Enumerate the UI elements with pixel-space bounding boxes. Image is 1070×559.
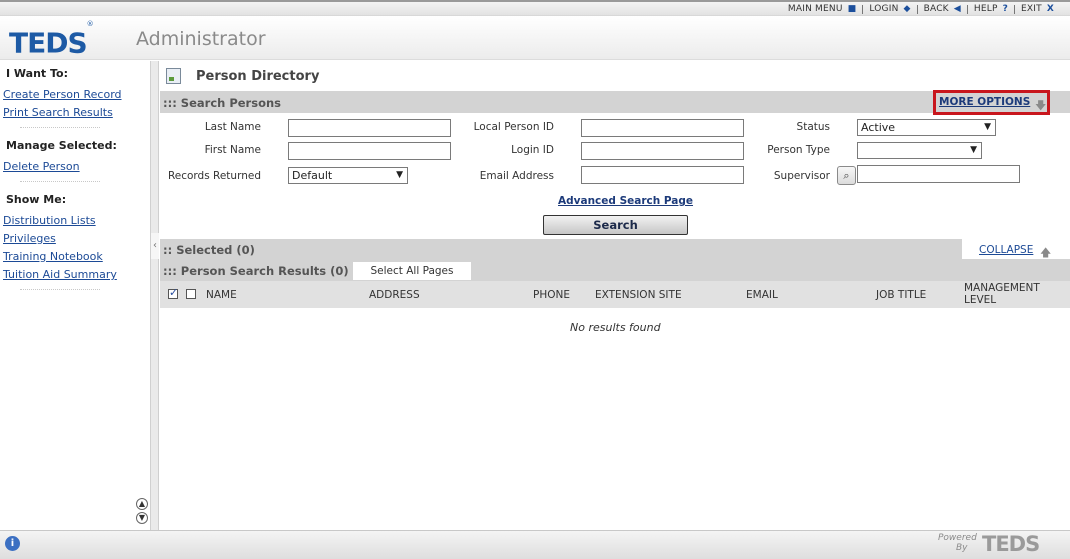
divider (20, 127, 100, 128)
logo-text: TEDS (9, 26, 88, 60)
column-phone[interactable]: PHONE (533, 289, 570, 301)
local-person-id-input[interactable] (581, 119, 744, 137)
print-search-results-link[interactable]: Print Search Results (0, 106, 113, 119)
sidebar-splitter[interactable]: ‹ (151, 61, 159, 530)
distribution-lists-link[interactable]: Distribution Lists (0, 214, 96, 227)
login-id-input[interactable] (581, 142, 744, 160)
chevron-down-icon: ▼ (396, 170, 403, 180)
lookup-search-icon[interactable]: ⌕ (837, 166, 856, 185)
last-name-input[interactable] (288, 119, 451, 137)
back-link[interactable]: BACK ◀ (918, 4, 967, 14)
privileges-link[interactable]: Privileges (0, 232, 56, 245)
top-nav: MAIN MENU ■ LOGIN ◆ BACK ◀ HELP ? EXIT X (782, 4, 1060, 14)
person-type-select[interactable]: ▼ (857, 142, 982, 159)
back-arrow-icon: ◀ (953, 4, 961, 14)
supervisor-label: Supervisor (773, 170, 830, 182)
status-label: Status (796, 121, 830, 133)
delete-person-link[interactable]: Delete Person (0, 160, 80, 173)
status-select[interactable]: Active ▼ (857, 119, 996, 136)
powered-label: Powered (938, 533, 977, 543)
login-label: LOGIN (869, 4, 899, 14)
records-returned-value: Default (292, 169, 333, 182)
i-want-to-heading: I Want To: (6, 67, 69, 80)
email-address-input[interactable] (581, 166, 744, 184)
divider (20, 181, 100, 182)
help-label: HELP (973, 4, 998, 14)
login-id-label: Login ID (511, 144, 554, 156)
first-name-label: First Name (204, 144, 261, 156)
column-address[interactable]: ADDRESS (369, 289, 420, 301)
records-returned-select[interactable]: Default ▼ (288, 167, 408, 184)
login-icon: ◆ (903, 4, 911, 14)
column-job-title[interactable]: JOB TITLE (876, 289, 926, 301)
selected-title: :: Selected (0) (163, 243, 255, 257)
footer: i Powered By TEDS (0, 530, 1070, 559)
column-name[interactable]: NAME (206, 289, 237, 301)
back-label: BACK (923, 4, 949, 14)
directory-icon (166, 68, 181, 84)
column-email[interactable]: EMAIL (746, 289, 778, 301)
training-notebook-link[interactable]: Training Notebook (0, 250, 103, 263)
teds-logo: TEDS® (9, 20, 94, 60)
select-all-pages-button[interactable]: Select All Pages (353, 262, 471, 280)
arrow-down-icon: 🡇 (1035, 99, 1047, 112)
results-title: ::: Person Search Results (0) (163, 264, 349, 278)
help-link[interactable]: HELP ? (968, 4, 1014, 14)
records-returned-label: Records Returned (167, 170, 261, 182)
column-management-level[interactable]: MANAGEMENT LEVEL (964, 282, 1044, 306)
sidebar: I Want To: Create Person Record Print Se… (0, 61, 151, 530)
exit-icon: X (1046, 4, 1054, 14)
main-menu-link[interactable]: MAIN MENU ■ (782, 4, 862, 14)
login-link[interactable]: LOGIN ◆ (863, 4, 916, 14)
chevron-down-icon: ▼ (984, 122, 991, 132)
chevron-down-icon: ▼ (970, 145, 977, 155)
app-header: TEDS® Administrator (0, 16, 1070, 60)
no-results-message: No results found (570, 321, 661, 334)
scroll-down-icon[interactable]: ▼ (136, 512, 148, 524)
search-persons-title: ::: Search Persons (163, 96, 281, 110)
person-type-label: Person Type (767, 144, 830, 156)
collapse-link[interactable]: COLLAPSE (979, 244, 1033, 256)
help-icon: ? (1002, 4, 1009, 14)
advanced-search-link[interactable]: Advanced Search Page (558, 195, 693, 207)
main-menu-icon: ■ (847, 4, 857, 14)
select-all-checkbox[interactable] (186, 289, 196, 299)
create-person-record-link[interactable]: Create Person Record (0, 88, 122, 101)
selected-bar: :: Selected (0) (160, 239, 962, 259)
supervisor-input[interactable] (857, 165, 1020, 183)
local-person-id-label: Local Person ID (473, 121, 554, 133)
main-menu-label: MAIN MENU (787, 4, 843, 14)
column-extension-site[interactable]: EXTENSION SITE (595, 289, 682, 301)
info-icon[interactable]: i (5, 536, 20, 551)
scroll-up-icon[interactable]: ▲ (136, 498, 148, 510)
first-name-input[interactable] (288, 142, 451, 160)
check-all-icon[interactable] (168, 286, 178, 299)
more-options-label: MORE OPTIONS (939, 96, 1031, 108)
top-bar: MAIN MENU ■ LOGIN ◆ BACK ◀ HELP ? EXIT X (0, 0, 1070, 16)
collapse-sidebar-icon[interactable]: ‹ (151, 233, 159, 259)
search-button[interactable]: Search (543, 215, 688, 235)
main-content: Person Directory ::: Search Persons MORE… (160, 61, 1070, 530)
email-address-label: Email Address (479, 170, 554, 182)
status-value: Active (861, 121, 896, 134)
show-me-heading: Show Me: (6, 193, 67, 206)
results-bar: ::: Person Search Results (0) (160, 259, 1070, 281)
page-title: Person Directory (196, 69, 320, 84)
divider (20, 289, 100, 290)
tuition-aid-summary-link[interactable]: Tuition Aid Summary (0, 268, 117, 281)
last-name-label: Last Name (204, 121, 261, 133)
manage-selected-heading: Manage Selected: (6, 139, 117, 152)
exit-link[interactable]: EXIT X (1015, 4, 1060, 14)
footer-logo: TEDS (982, 532, 1040, 556)
exit-label: EXIT (1021, 4, 1042, 14)
by-label: By (956, 543, 968, 553)
more-options-button[interactable]: MORE OPTIONS 🡇 (933, 90, 1050, 115)
trademark: ® (86, 20, 94, 28)
app-title: Administrator (136, 28, 266, 50)
